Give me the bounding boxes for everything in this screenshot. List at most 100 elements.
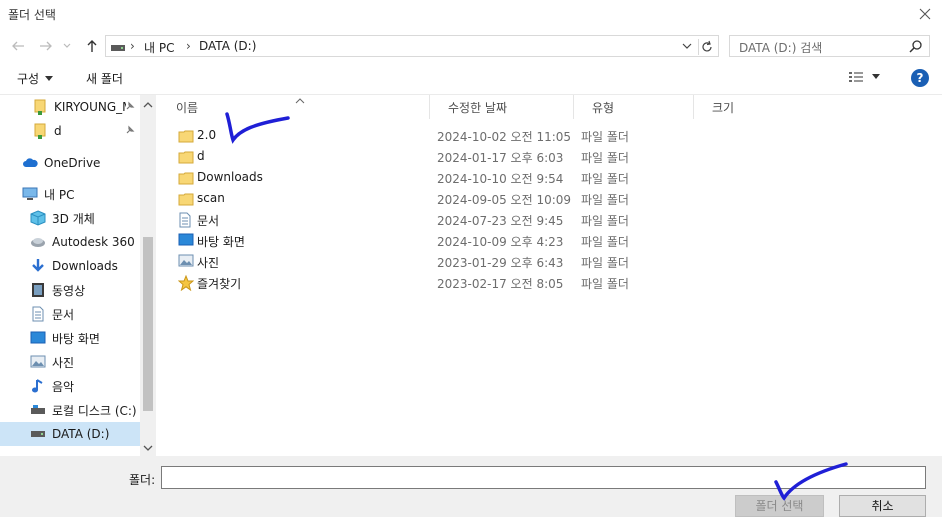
pin-icon[interactable] [124,124,136,139]
file-date: 2024-10-10 오전 9:54 [437,172,564,186]
column-header-size[interactable]: 크기 [694,95,824,119]
back-arrow-icon[interactable] [8,36,28,56]
view-options-button[interactable] [848,70,880,84]
sidebar-item-pictures[interactable]: 사진 [0,350,140,374]
sidebar-item-3d-objects[interactable]: 3D 개체 [0,206,140,230]
search-icon[interactable] [909,39,923,56]
column-header-modified[interactable]: 수정한 날짜 [430,95,574,119]
column-header-type[interactable]: 유형 [574,95,694,119]
file-row[interactable]: 즐겨찾기 2023-02-17 오전 8:05 파일 폴더 [174,272,644,293]
organize-button[interactable]: 구성 [17,70,54,87]
column-modified-label: 수정한 날짜 [448,100,508,115]
sidebar-item-label: 음악 [52,379,75,394]
file-row[interactable]: d 2024-01-17 오후 6:03 파일 폴더 [174,146,644,167]
sidebar-item-local-disk-c[interactable]: 로컬 디스크 (C:) [0,398,140,422]
file-row[interactable]: 문서 2024-07-23 오전 9:45 파일 폴더 [174,209,644,230]
help-icon[interactable]: ? [911,69,929,87]
file-row[interactable]: 바탕 화면 2024-10-09 오후 4:23 파일 폴더 [174,230,644,251]
file-name: Downloads [197,170,263,184]
recent-dropdown-icon[interactable] [60,36,74,56]
sidebar-item-d[interactable]: d [0,119,140,143]
chevron-down-icon [872,74,880,79]
search-placeholder: DATA (D:) 검색 [739,41,823,55]
file-type: 파일 폴더 [581,172,629,186]
file-name: scan [197,191,225,205]
document-icon [30,306,46,322]
drive-icon [110,42,126,56]
sidebar-item-videos[interactable]: 동영상 [0,278,140,302]
column-name-label: 이름 [176,100,199,115]
file-row[interactable]: 2.0 2024-10-02 오전 11:05 파일 폴더 [174,125,644,146]
scroll-down-icon[interactable] [143,441,153,455]
navigation-pane: KIRYOUNG_M d OneDrive 내 PC 3D 개체 Autodes… [0,95,156,456]
file-list: 이름 수정한 날짜 유형 크기 2.0 2024-10-02 오전 11:05 … [158,95,942,456]
cancel-button[interactable]: 취소 [839,495,926,517]
breadcrumb-data-drive[interactable]: DATA (D:) [199,39,256,53]
file-date: 2024-10-02 오전 11:05 [437,130,572,144]
star-icon [177,274,195,292]
file-date: 2023-02-17 오전 8:05 [437,277,564,291]
desktop-icon [178,233,194,249]
select-folder-button[interactable]: 폴더 선택 [735,495,824,517]
search-input[interactable]: DATA (D:) 검색 [729,35,930,57]
picture-icon [30,354,46,370]
folder-icon [178,128,194,144]
scroll-up-icon[interactable] [143,98,153,112]
address-bar[interactable]: › 내 PC › DATA (D:) [105,35,719,57]
desktop-icon [30,330,46,346]
file-name: 바탕 화면 [197,235,245,249]
organize-label: 구성 [17,72,40,86]
file-name: 즐겨찾기 [197,277,242,291]
sidebar-item-label: DATA (D:) [52,427,110,441]
details-view-icon [849,72,863,82]
sidebar-item-label: 사진 [52,355,75,370]
file-row[interactable]: scan 2024-09-05 오전 10:09 파일 폴더 [174,188,644,209]
sidebar-item-label: 바탕 화면 [52,331,100,346]
download-icon [30,258,46,274]
sidebar-item-label: 로컬 디스크 (C:) [52,403,137,418]
navigation-bar: › 내 PC › DATA (D:) DATA (D:) 검색 [0,32,942,60]
folder-yellow-icon [32,123,48,139]
sidebar-item-this-pc[interactable]: 내 PC [0,182,140,206]
sidebar-item-label: 문서 [52,307,75,322]
pin-icon[interactable] [124,100,136,115]
sidebar-item-onedrive[interactable]: OneDrive [0,151,140,175]
folder-icon [178,149,194,165]
cloud-icon [22,155,38,171]
file-row[interactable]: Downloads 2024-10-10 오전 9:54 파일 폴더 [174,167,644,188]
folder-yellow-icon [32,99,48,115]
file-type: 파일 폴더 [581,235,629,249]
breadcrumb-pc[interactable]: 내 PC [144,39,174,56]
folder-name-input[interactable] [161,466,926,489]
file-row[interactable]: 사진 2023-01-29 오후 6:43 파일 폴더 [174,251,644,272]
scrollbar-thumb[interactable] [143,237,153,411]
sidebar-item-label: 내 PC [44,187,75,202]
close-icon[interactable] [914,3,936,25]
file-name: 사진 [197,256,220,270]
music-icon [30,378,46,394]
sidebar-item-music[interactable]: 음악 [0,374,140,398]
sidebar-item-downloads[interactable]: Downloads [0,254,140,278]
sidebar-item-kiryoung[interactable]: KIRYOUNG_M [0,95,140,119]
sidebar-item-documents[interactable]: 문서 [0,302,140,326]
refresh-icon[interactable] [698,39,714,55]
column-header-name[interactable]: 이름 [158,95,430,119]
sidebar-item-autodesk[interactable]: Autodesk 360 [0,230,140,254]
column-type-label: 유형 [592,100,615,115]
file-name: 문서 [197,214,220,228]
sort-ascending-icon [295,93,305,107]
sidebar-item-desktop[interactable]: 바탕 화면 [0,326,140,350]
forward-arrow-icon[interactable] [36,36,56,56]
sidebar-item-label: Downloads [52,259,118,273]
sidebar-item-data-d[interactable]: DATA (D:) [0,422,140,446]
sidebar-item-label: d [54,124,62,138]
address-dropdown-icon[interactable] [682,40,692,54]
new-folder-button[interactable]: 새 폴더 [86,70,123,87]
dialog-footer: 폴더: 폴더 선택 취소 [0,456,942,517]
sidebar-scrollbar[interactable] [140,95,156,456]
file-type: 파일 폴더 [581,130,629,144]
title-bar: 폴더 선택 [0,0,942,30]
breadcrumb-separator: › [186,39,191,53]
file-date: 2024-09-05 오전 10:09 [437,193,572,207]
up-arrow-icon[interactable] [82,36,102,56]
